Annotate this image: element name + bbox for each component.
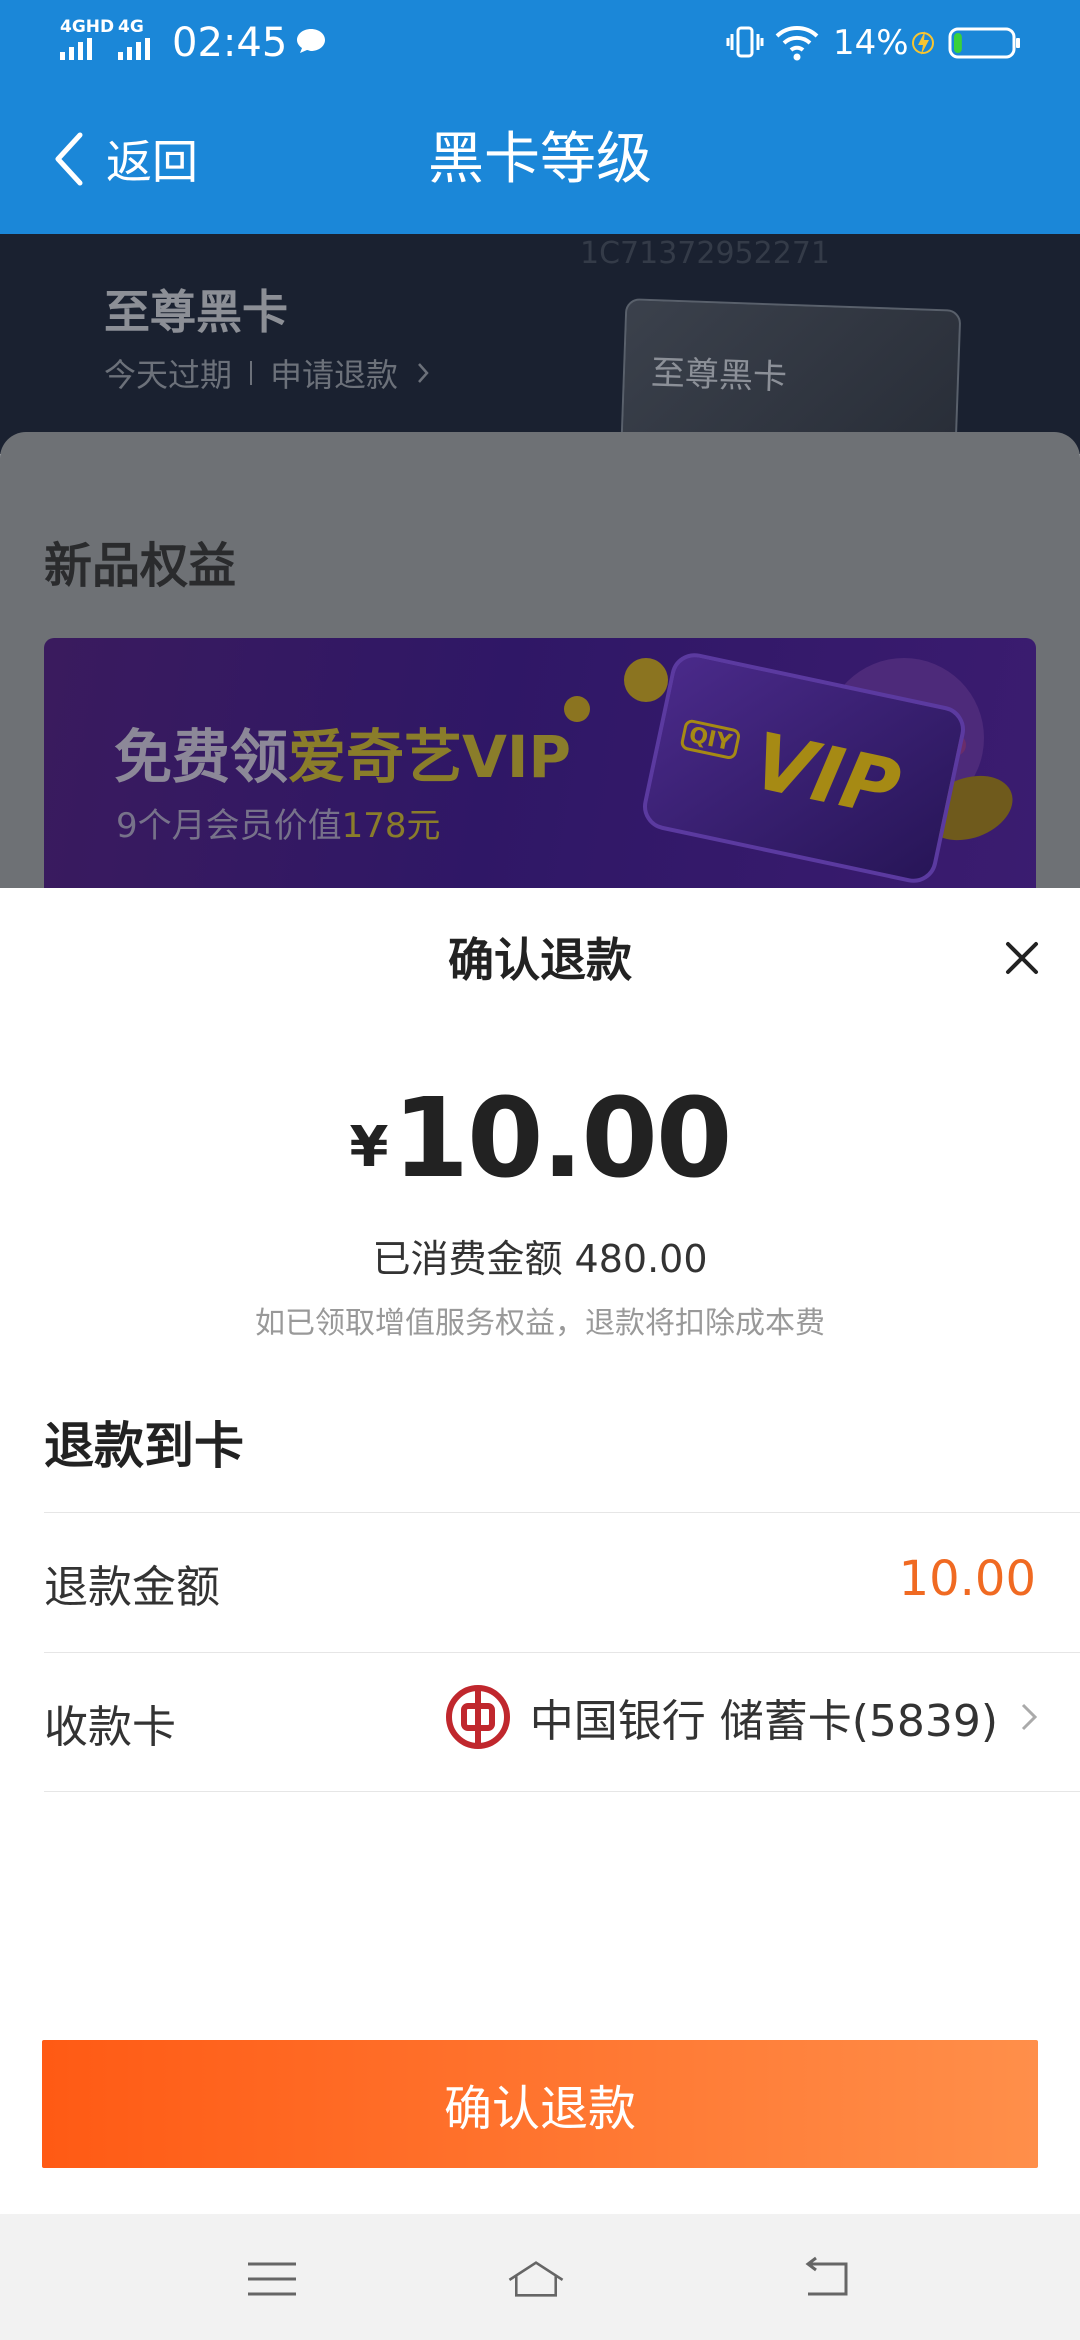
confirm-refund-button[interactable]: 确认退款 xyxy=(42,2040,1038,2168)
refund-amount-display: ¥10.00 xyxy=(0,1074,1080,1202)
banner-subline-highlight: 178元 xyxy=(341,806,441,846)
consumed-amount: 已消费金额 480.00 xyxy=(372,1237,708,1281)
page-title: 黑卡等级 xyxy=(428,127,652,192)
sheet-title: 确认退款 xyxy=(448,933,632,987)
banner-headline-highlight: 爱奇艺VIP xyxy=(288,723,571,791)
vip-text: VIP xyxy=(745,716,908,836)
card-number: 1C71372952271 xyxy=(580,236,830,271)
amount-value: 10.00 xyxy=(392,1074,733,1202)
bank-card-text: 中国银行 储蓄卡(5839) xyxy=(529,1696,998,1747)
iqiyi-logo: QIY xyxy=(679,718,742,761)
menu-icon[interactable] xyxy=(242,2254,302,2304)
top-bar: 4GHD 4G 02:45 14% 返回 黑卡等级 xyxy=(0,0,1080,234)
receive-card-label: 收款卡 xyxy=(44,1702,176,1753)
sim2-label: 4G xyxy=(118,17,144,37)
refund-amount-value: 10.00 xyxy=(898,1551,1036,1607)
black-card-header: 1C71372952271 至尊黑卡 今天过期 申请退款 至尊黑卡 xyxy=(0,234,1080,454)
sim1-signal: 4GHD xyxy=(60,18,114,60)
card-subtitle: 今天过期 申请退款 xyxy=(104,350,430,396)
chat-bubble-icon xyxy=(297,29,325,53)
system-nav-bar xyxy=(0,2214,1080,2340)
back-icon[interactable] xyxy=(796,2254,856,2304)
section-heading: 新品权益 xyxy=(44,538,237,594)
refund-amount-label: 退款金额 xyxy=(44,1562,220,1613)
coin-icon xyxy=(624,658,668,702)
signal-bars-icon xyxy=(60,38,92,60)
card-title: 至尊黑卡 xyxy=(104,285,288,339)
battery-percent: 14% xyxy=(833,23,909,63)
home-icon[interactable] xyxy=(506,2254,566,2304)
refund-notice: 如已领取增值服务权益，退款将扣除成本费 xyxy=(255,1306,825,1341)
chevron-right-icon xyxy=(418,363,429,383)
vibrate-icon xyxy=(726,26,764,58)
banner-subline: 9个月会员价值178元 xyxy=(116,798,441,847)
expiry-text: 今天过期 xyxy=(104,356,233,394)
chevron-right-icon xyxy=(1021,1703,1038,1731)
signal-bars-icon xyxy=(118,38,150,60)
wifi-icon xyxy=(775,26,819,61)
bank-card-selector[interactable]: 中国银行 储蓄卡(5839) xyxy=(445,1685,1040,1749)
currency-symbol: ¥ xyxy=(349,1115,389,1180)
card-face-label: 至尊黑卡 xyxy=(650,353,788,398)
charging-bolt-icon xyxy=(912,31,934,55)
receive-card-row[interactable]: 收款卡 中国银行 储蓄卡(5839) xyxy=(44,1652,1080,1792)
banner-headline-prefix: 免费领 xyxy=(114,723,289,791)
sim2-signal: 4G xyxy=(118,18,150,60)
apply-refund-link[interactable]: 申请退款 xyxy=(270,350,398,396)
status-bar: 4GHD 4G 02:45 14% xyxy=(0,0,1080,86)
sim1-label: 4GHD xyxy=(60,17,115,37)
nav-bar: 返回 黑卡等级 xyxy=(0,100,1080,234)
refund-to-card-title: 退款到卡 xyxy=(44,1417,244,1475)
divider xyxy=(250,361,253,385)
close-icon[interactable] xyxy=(998,934,1046,982)
banner-subline-prefix: 9个月会员价值 xyxy=(116,806,342,846)
refund-confirm-sheet: 确认退款 ¥10.00 已消费金额 480.00 如已领取增值服务权益，退款将扣… xyxy=(0,888,1080,2214)
battery-icon xyxy=(948,27,1020,59)
bank-of-china-logo-icon xyxy=(445,1685,510,1749)
refund-amount-row: 退款金额 10.00 xyxy=(44,1512,1080,1652)
card-face: 至尊黑卡 xyxy=(618,298,962,454)
clock: 02:45 xyxy=(172,20,288,66)
banner-headline: 免费领爱奇艺VIP xyxy=(114,710,571,794)
